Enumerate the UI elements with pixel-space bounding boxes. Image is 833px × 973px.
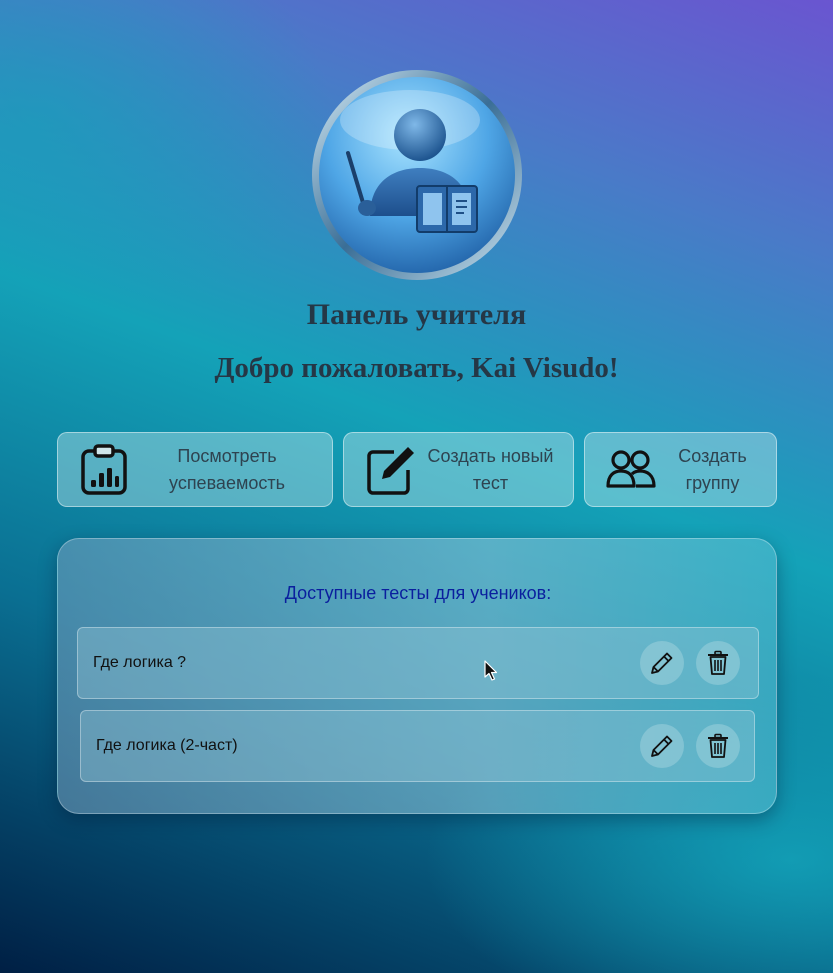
trash-icon bbox=[708, 733, 728, 758]
tests-panel: Доступные тесты для учеников: Где логика… bbox=[57, 538, 777, 814]
welcome-suffix: ! bbox=[608, 352, 619, 384]
test-actions bbox=[628, 641, 740, 685]
test-list-item[interactable]: Где логика (2-част) bbox=[80, 710, 755, 782]
delete-test-button[interactable] bbox=[696, 724, 740, 768]
trash-icon bbox=[708, 650, 728, 675]
mouse-cursor-icon bbox=[484, 660, 498, 681]
test-name: Где логика ? bbox=[93, 654, 187, 671]
delete-test-button[interactable] bbox=[696, 641, 740, 685]
welcome-prefix: Добро пожаловать, bbox=[214, 352, 472, 384]
create-test-label: Создать новый тест bbox=[427, 445, 554, 493]
test-list-item[interactable]: Где логика ? bbox=[77, 627, 759, 699]
edit-test-button[interactable] bbox=[640, 641, 684, 685]
test-actions bbox=[628, 724, 740, 768]
edit-note-icon bbox=[367, 446, 414, 495]
view-progress-label: Посмотреть успеваемость bbox=[169, 445, 285, 493]
user-name: Kai Visudo bbox=[471, 352, 609, 384]
users-icon bbox=[606, 449, 656, 488]
welcome-message: Добро пожаловать, Kai Visudo! bbox=[0, 352, 833, 385]
create-group-label: Создать группу bbox=[678, 445, 747, 493]
test-name: Где логика (2-част) bbox=[96, 737, 238, 754]
clipboard-chart-icon bbox=[81, 443, 127, 495]
create-test-button[interactable]: Создать новый тест bbox=[343, 432, 574, 507]
pencil-icon bbox=[651, 652, 673, 674]
view-progress-button[interactable]: Посмотреть успеваемость bbox=[57, 432, 333, 507]
pencil-icon bbox=[651, 735, 673, 757]
create-group-button[interactable]: Создать группу bbox=[584, 432, 777, 507]
tests-panel-heading: Доступные тесты для учеников: bbox=[284, 583, 552, 603]
page-title: Панель учителя bbox=[306, 298, 527, 331]
teacher-avatar-icon bbox=[310, 68, 524, 282]
edit-test-button[interactable] bbox=[640, 724, 684, 768]
